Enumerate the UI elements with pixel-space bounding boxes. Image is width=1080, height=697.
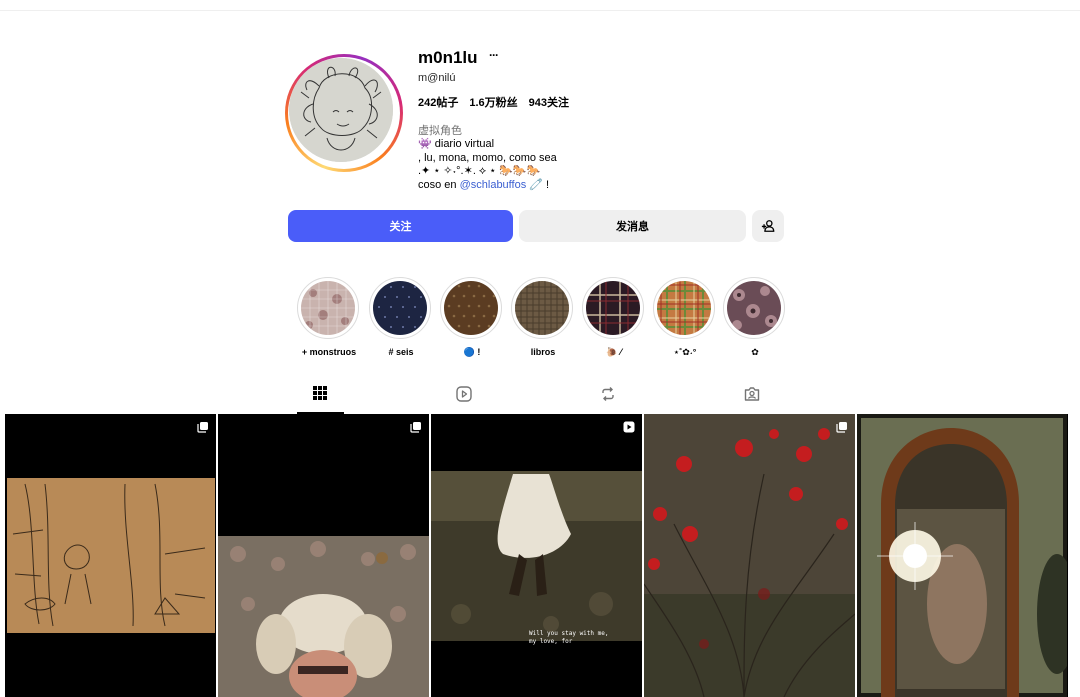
carousel-icon	[197, 422, 208, 433]
post-image	[218, 414, 429, 697]
highlight-label: ✿	[751, 347, 759, 357]
repost-icon	[602, 387, 614, 401]
highlight-label: + monstruos	[301, 347, 357, 357]
highlight-cover	[727, 281, 781, 335]
carousel-icon	[836, 422, 847, 433]
video-caption: Will you stay with me, my love, for	[529, 630, 609, 645]
profile-bio: 👾 diario virtual , lu, mona, momo, como …	[418, 138, 557, 192]
carousel-icon	[410, 422, 421, 433]
post-tile[interactable]	[218, 414, 429, 697]
post-tile[interactable]	[644, 414, 855, 697]
bio-text: 🧷 !	[526, 178, 550, 191]
reels-icon	[456, 386, 472, 402]
highlight-cover	[586, 281, 640, 335]
tab-tagged[interactable]	[729, 386, 775, 414]
profile-full-name: m@nilú	[418, 72, 456, 84]
bio-mention-link[interactable]: @schlabuffos	[460, 179, 527, 191]
profile-stats: 242帖子 1.6万粉丝 943关注	[418, 94, 569, 110]
post-image	[644, 414, 855, 697]
reel-icon	[623, 421, 635, 433]
profile-category: 虚拟角色	[418, 125, 462, 137]
tab-posts[interactable]	[297, 386, 343, 414]
posts-grid: Will you stay with me, my love, for	[5, 414, 1068, 697]
bio-line: .✦ ⋆ ✧˖°.✶. ⟡ ⋆ 🐎🐎🐎	[418, 165, 541, 177]
follow-button[interactable]: 关注	[288, 210, 513, 242]
highlight-label: 🐌 ⁄	[606, 347, 622, 357]
highlight-cover	[515, 281, 569, 335]
post-tile[interactable]	[5, 414, 216, 697]
post-image	[431, 414, 642, 697]
more-options-icon[interactable]: ···	[489, 48, 499, 62]
post-tile[interactable]: Will you stay with me, my love, for	[431, 414, 642, 697]
message-button[interactable]: 发消息	[519, 210, 746, 242]
story-highlight[interactable]: # seis	[369, 277, 433, 357]
tab-reels[interactable]	[441, 386, 487, 414]
story-highlight[interactable]: 🐌 ⁄	[582, 277, 646, 358]
highlight-label: # seis	[388, 347, 414, 357]
post-image	[5, 414, 216, 697]
post-image	[857, 414, 1068, 697]
story-highlight[interactable]: ⋆˚✿˖°	[653, 277, 717, 358]
bio-line: coso en @schlabuffos 🧷 !	[418, 179, 557, 193]
posts-count: 242帖子	[418, 97, 459, 109]
person-plus-icon	[761, 220, 775, 232]
highlight-label: ⋆˚✿˖°	[673, 347, 697, 357]
profile-username: m0n1lu	[418, 48, 478, 67]
highlight-label: 🔵 !	[463, 347, 481, 357]
tab-reposts[interactable]	[585, 386, 631, 414]
bio-line: , lu, mona, momo, como sea	[418, 151, 557, 164]
avatar-sketch-image	[289, 58, 393, 162]
story-highlight[interactable]: ✿	[723, 277, 787, 358]
post-tile[interactable]	[857, 414, 1068, 697]
highlight-cover	[657, 281, 711, 335]
following-count[interactable]: 943关注	[529, 94, 569, 110]
story-highlight[interactable]: libros	[511, 277, 575, 357]
tagged-icon	[744, 387, 760, 401]
suggest-people-button[interactable]	[752, 210, 784, 242]
profile-avatar[interactable]	[289, 58, 393, 162]
followers-count[interactable]: 1.6万粉丝	[469, 94, 517, 110]
highlight-cover	[444, 281, 498, 335]
highlight-label: libros	[530, 347, 556, 357]
grid-icon	[313, 386, 327, 400]
profile-avatar-story-ring[interactable]	[285, 54, 403, 172]
story-highlight[interactable]: + monstruos	[297, 277, 361, 357]
highlight-cover	[301, 281, 355, 335]
top-divider	[0, 10, 1080, 11]
bio-line: 👾 diario virtual	[418, 138, 495, 150]
story-highlight[interactable]: 🔵 !	[440, 277, 504, 358]
highlight-cover	[373, 281, 427, 335]
bio-text: coso en	[418, 178, 460, 191]
